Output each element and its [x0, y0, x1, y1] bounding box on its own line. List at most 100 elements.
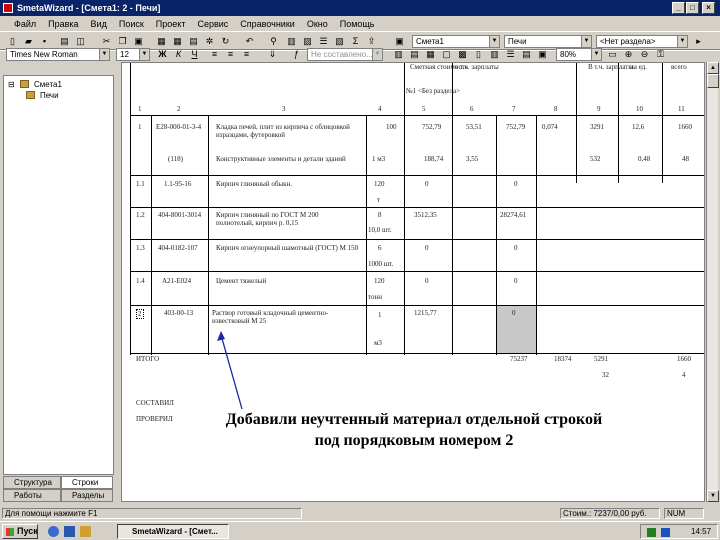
menu-project[interactable]: Проект	[156, 19, 186, 29]
fit-page-icon[interactable]: ▭	[606, 48, 619, 61]
row-code: 404-8001-3014	[158, 211, 202, 219]
grid-line	[618, 63, 619, 183]
grid-line	[130, 63, 131, 355]
wizard-icon[interactable]: ✲	[203, 35, 216, 48]
row-price: 1215,77	[414, 309, 437, 317]
chart-icon[interactable]: ▨	[301, 35, 314, 48]
export-icon[interactable]: ⇪	[365, 35, 378, 48]
list-icon[interactable]: ☰	[317, 35, 330, 48]
scroll-thumb[interactable]	[707, 74, 719, 88]
italic-button[interactable]: К	[172, 48, 185, 61]
minimize-button[interactable]: _	[672, 2, 685, 14]
calc-icon[interactable]: ▥	[285, 35, 298, 48]
subsection-combo[interactable]: <Нет раздела> ▼	[596, 35, 688, 48]
media-icon[interactable]	[80, 526, 91, 537]
bold-button[interactable]: Ж	[156, 48, 169, 61]
menu-file[interactable]: Файл	[14, 19, 36, 29]
tab-rows[interactable]: Строки	[61, 476, 113, 489]
sum-icon[interactable]: Σ	[349, 35, 362, 48]
save-icon[interactable]: ▪	[38, 35, 51, 48]
menu-window[interactable]: Окно	[307, 19, 328, 29]
scroll-down-icon[interactable]: ▼	[707, 490, 719, 502]
fill-icon[interactable]: ▩	[456, 48, 469, 61]
col-number: 4	[378, 105, 382, 113]
refresh-icon[interactable]: ↻	[219, 35, 232, 48]
subsection-combo-value: <Нет раздела>	[600, 37, 656, 46]
preview-icon[interactable]: ◫	[74, 35, 87, 48]
estimate-combo[interactable]: Смета1 ▼	[412, 35, 500, 48]
scroll-up-icon[interactable]: ▲	[707, 62, 719, 74]
align-center-icon[interactable]: ≡	[224, 48, 237, 61]
tab-structure[interactable]: Структура	[3, 476, 61, 489]
insert-icon[interactable]: ⇓	[266, 48, 279, 61]
grid-icon[interactable]: ▦	[171, 35, 184, 48]
undo-icon[interactable]: ↶	[243, 35, 256, 48]
estimate-icon[interactable]: ▣	[393, 35, 406, 48]
align-right-icon[interactable]: ≡	[240, 48, 253, 61]
style-combo[interactable]: Не составлено... ▼	[307, 48, 383, 61]
maximize-button[interactable]: □	[686, 2, 699, 14]
formula-icon[interactable]: ƒ	[290, 48, 303, 61]
menu-service[interactable]: Сервис	[197, 19, 228, 29]
size-combo[interactable]: 12 ▼	[116, 48, 150, 61]
tab-sections[interactable]: Разделы	[61, 489, 113, 502]
desktop-icon[interactable]	[64, 526, 75, 537]
col-number: 7	[512, 105, 516, 113]
font-combo[interactable]: Times New Roman ▼	[6, 48, 110, 61]
column-icon[interactable]: ▥	[392, 48, 405, 61]
open-icon[interactable]: ▰	[22, 35, 35, 48]
grid-line	[536, 115, 537, 355]
row-code: 404-0182-107	[158, 244, 198, 252]
menu-help[interactable]: Помощь	[340, 19, 375, 29]
paste-icon[interactable]: ▣	[132, 35, 145, 48]
total-value: 5291	[594, 355, 608, 363]
underline-button[interactable]: Ч	[188, 48, 201, 61]
find-icon[interactable]: ⚲	[267, 35, 280, 48]
report-icon[interactable]: ▧	[333, 35, 346, 48]
insert-row-icon[interactable]: ▤	[187, 35, 200, 48]
section-combo[interactable]: Печи ▼	[504, 35, 592, 48]
row-icon[interactable]: ▤	[408, 48, 421, 61]
zoom-combo[interactable]: 80% ▼	[556, 48, 602, 61]
print-preview-icon[interactable]: ▣	[536, 48, 549, 61]
menu-view[interactable]: Вид	[91, 19, 107, 29]
tab-works[interactable]: Работы	[3, 489, 61, 502]
close-button[interactable]: ×	[702, 2, 715, 14]
border-icon[interactable]: ▢	[440, 48, 453, 61]
align-left-icon[interactable]: ≡	[208, 48, 221, 61]
cut-icon[interactable]: ✂	[100, 35, 113, 48]
row-price: 752,79	[422, 123, 442, 131]
row-name: Раствор готовый кладочный цементно-извес…	[212, 309, 329, 325]
chevron-down-icon: ▼	[99, 49, 109, 60]
start-button[interactable]: Пуск	[2, 524, 38, 539]
network-icon[interactable]	[647, 528, 656, 537]
merge-icon[interactable]: ▦	[424, 48, 437, 61]
tree-item-estimate[interactable]: Смета1	[34, 80, 62, 89]
system-tray: 14:57	[640, 524, 718, 539]
row-val: 532	[590, 155, 601, 163]
list-view-icon[interactable]: ▤	[520, 48, 533, 61]
row-qty: 1	[378, 311, 382, 319]
columns-icon[interactable]: ▥	[488, 48, 501, 61]
ie-icon[interactable]	[48, 526, 59, 537]
table-icon[interactable]: ▦	[155, 35, 168, 48]
zoom-out-icon[interactable]: ⊖	[638, 48, 651, 61]
tree-expander-icon[interactable]: ⊟	[8, 80, 15, 89]
menu-references[interactable]: Справочники	[240, 19, 295, 29]
lock-icon[interactable]: ⚿	[654, 48, 667, 61]
language-icon[interactable]	[661, 528, 670, 537]
taskbar-item-smetawizard[interactable]: SmetaWizard - [Смет...	[117, 524, 229, 539]
go-icon[interactable]: ▸	[692, 35, 705, 48]
new-icon[interactable]: ▯	[6, 35, 19, 48]
menu-edit[interactable]: Правка	[48, 19, 78, 29]
print-icon[interactable]: ▤	[58, 35, 71, 48]
tree-item-stoves[interactable]: Печи	[40, 91, 59, 100]
copy-icon[interactable]: ❐	[116, 35, 129, 48]
selected-cell[interactable]	[496, 306, 536, 353]
vertical-scrollbar[interactable]: ▲ ▼	[706, 62, 719, 502]
rows-icon[interactable]: ☰	[504, 48, 517, 61]
page-icon[interactable]: ▯	[472, 48, 485, 61]
zoom-in-icon[interactable]: ⊕	[622, 48, 635, 61]
panel-tabs: Структура Строки Работы Разделы	[3, 476, 115, 504]
menu-search[interactable]: Поиск	[119, 19, 144, 29]
